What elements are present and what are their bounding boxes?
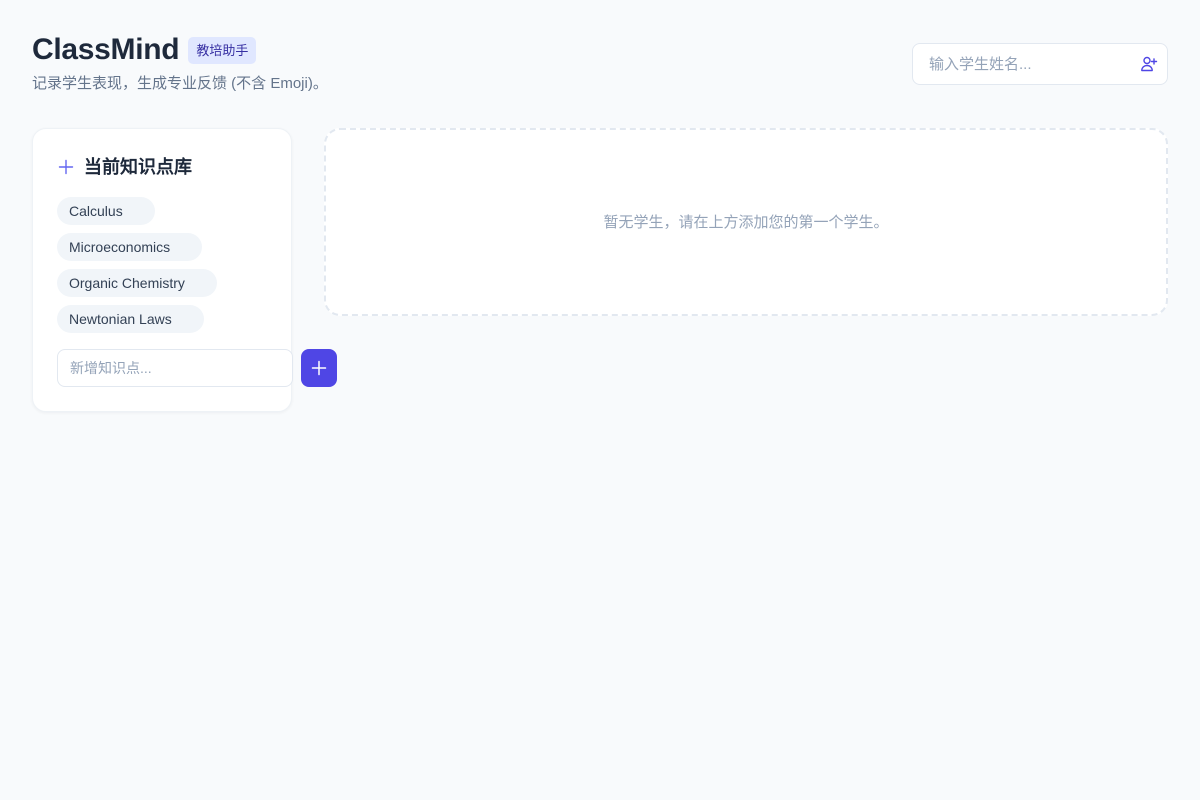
page: ClassMind 教培助手 记录学生表现，生成专业反馈 (不含 Emoji)。 [0,0,1200,800]
plus-icon [311,360,327,376]
students-empty-state: 暂无学生，请在上方添加您的第一个学生。 [324,128,1168,316]
knowledge-point-chip[interactable]: Calculus [57,197,155,225]
app-header: ClassMind 教培助手 记录学生表现，生成专业反馈 (不含 Emoji)。 [32,32,1168,96]
knowledge-point-chip[interactable]: Microeconomics [57,233,203,261]
app-title: ClassMind [32,33,180,66]
app-badge: 教培助手 [188,36,257,64]
knowledge-point-chip[interactable]: Newtonian Laws [57,305,204,333]
add-knowledge-point-button[interactable] [301,349,337,387]
student-name-input[interactable] [913,44,1131,84]
add-student-button[interactable] [1131,44,1167,84]
user-plus-icon [1141,56,1158,72]
plus-icon [58,159,74,175]
empty-state-message: 暂无学生，请在上方添加您的第一个学生。 [603,213,889,231]
knowledge-points-title: 当前知识点库 [84,157,192,177]
knowledge-points-header: 当前知识点库 [58,155,192,179]
add-student-bar [912,43,1168,85]
knowledge-points-list: Calculus Microeconomics Organic Chemistr… [57,197,217,341]
knowledge-point-chip[interactable]: Organic Chemistry [57,269,217,297]
new-knowledge-point-input[interactable] [57,349,293,387]
